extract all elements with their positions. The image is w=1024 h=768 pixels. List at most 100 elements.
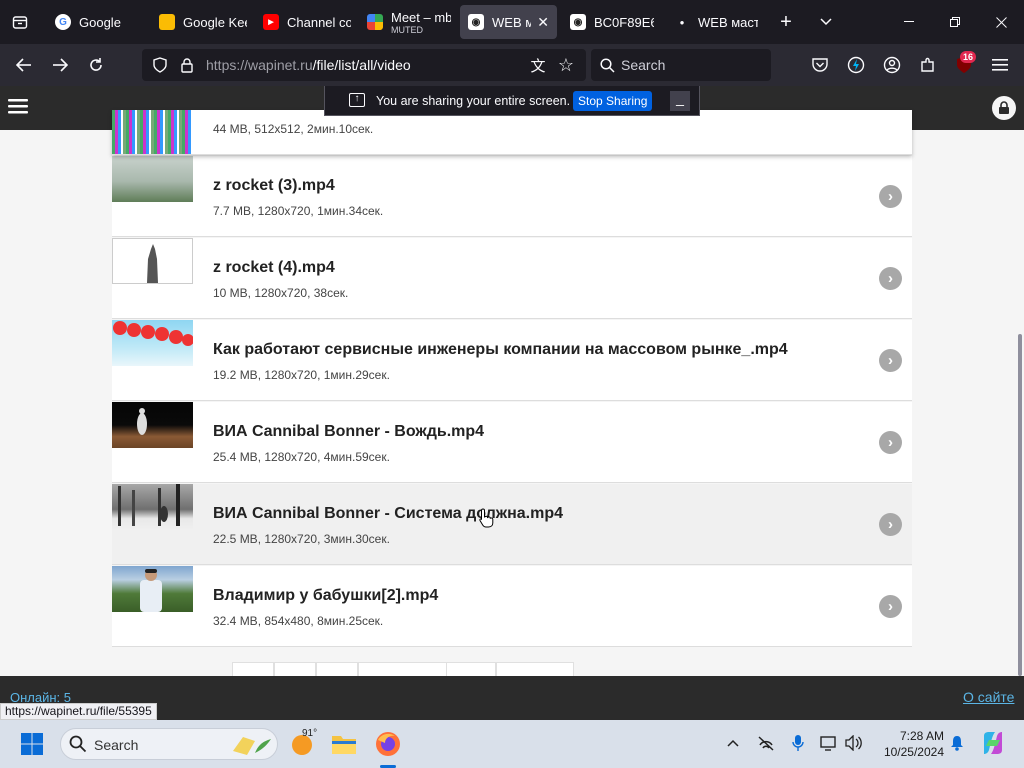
scrollbar-thumb[interactable] <box>1018 334 1022 676</box>
page-content: 44 MB, 512x512, 2мин.10сек. z rocket (3)… <box>0 86 1024 720</box>
tab-web-active[interactable]: ◉ WEB ма ✕ <box>460 5 557 39</box>
file-name[interactable]: z rocket (4).mp4 <box>213 259 335 277</box>
file-name[interactable]: Владимир у бабушки[2].mp4 <box>213 587 438 605</box>
tab-overview-icon[interactable] <box>2 4 38 40</box>
chevron-right-icon[interactable]: › <box>879 349 902 372</box>
tab-google-keep[interactable]: Google Kee <box>151 5 255 39</box>
minimize-share-bar-button[interactable]: _ <box>670 91 690 111</box>
share-screen-icon: ↑ <box>349 93 365 107</box>
firefox-icon[interactable] <box>372 728 404 760</box>
minimize-window-icon[interactable] <box>886 0 932 44</box>
clock-date: 10/25/2024 <box>883 745 944 759</box>
reload-icon[interactable] <box>80 49 112 81</box>
account-icon[interactable] <box>880 53 904 77</box>
lock-icon[interactable] <box>175 53 199 77</box>
file-meta: 10 MB, 1280x720, 38сек. <box>213 286 349 300</box>
chevron-right-icon[interactable]: › <box>879 513 902 536</box>
file-explorer-icon[interactable] <box>328 728 360 760</box>
meet-icon <box>367 14 383 30</box>
search-placeholder: Search <box>621 57 666 73</box>
chevron-right-icon[interactable]: › <box>879 431 902 454</box>
video-thumbnail <box>112 320 193 366</box>
display-icon[interactable] <box>818 732 840 754</box>
extensions-icon[interactable] <box>916 53 940 77</box>
chevron-right-icon[interactable]: › <box>879 595 902 618</box>
screen-sharing-bar: ↑ You are sharing your entire screen. St… <box>324 86 700 116</box>
search-highlight-icon <box>229 733 273 762</box>
eye-icon: ◉ <box>570 14 586 30</box>
copilot-icon[interactable] <box>980 730 1006 756</box>
site-lock-icon[interactable] <box>992 96 1016 120</box>
search-icon <box>595 53 619 77</box>
tab-bar: G Google Google Kee ▶ Channel co Meet – … <box>0 0 1024 44</box>
site-menu-icon[interactable] <box>8 96 32 120</box>
dot-icon: ● <box>679 17 685 27</box>
link-status-url: https://wapinet.ru/file/55395 <box>0 703 157 720</box>
list-item[interactable]: 44 MB, 512x512, 2мин.10сек. <box>112 110 912 155</box>
list-item[interactable]: ВИА Cannibal Bonner - Вождь.mp4 25.4 MB,… <box>112 402 912 483</box>
video-thumbnail <box>112 156 193 202</box>
google-icon: G <box>55 14 71 30</box>
video-thumbnail <box>112 566 193 612</box>
search-bar[interactable]: Search <box>591 49 771 81</box>
file-name[interactable]: ВИА Cannibal Bonner - Вождь.mp4 <box>213 423 484 441</box>
restore-window-icon[interactable] <box>932 0 978 44</box>
list-item[interactable]: Владимир у бабушки[2].mp4 32.4 MB, 854x4… <box>112 566 912 647</box>
bookmark-star-icon[interactable]: ☆ <box>554 53 578 77</box>
close-window-icon[interactable] <box>978 0 1024 44</box>
shield-icon[interactable] <box>148 53 172 77</box>
show-hidden-icons-chevron-icon[interactable] <box>722 732 744 754</box>
file-meta: 22.5 MB, 1280x720, 3мин.30сек. <box>213 532 390 546</box>
tab-web-master[interactable]: ● WEB масте <box>666 5 766 39</box>
list-item[interactable]: ВИА Cannibal Bonner - Система должна.mp4… <box>112 484 912 565</box>
about-link[interactable]: О сайте <box>963 689 1014 705</box>
stop-sharing-button[interactable]: Stop Sharing <box>573 91 653 111</box>
start-menu-icon[interactable] <box>16 728 48 760</box>
eye-icon: ◉ <box>468 14 484 30</box>
file-meta: 32.4 MB, 854x480, 8мин.25сек. <box>213 614 384 628</box>
video-thumbnail <box>112 402 193 448</box>
address-bar[interactable]: https://wapinet.ru/file/list/all/video 文… <box>142 49 586 81</box>
new-tab-button[interactable]: + <box>768 4 804 40</box>
file-meta: 7.7 MB, 1280x720, 1мин.34сек. <box>213 204 384 218</box>
vpn-icon[interactable] <box>844 53 868 77</box>
file-name[interactable]: z rocket (3).mp4 <box>213 177 335 195</box>
forward-icon[interactable] <box>44 49 76 81</box>
taskbar-search-box[interactable]: Search <box>60 728 278 760</box>
hamburger-menu-icon[interactable] <box>988 53 1012 77</box>
tab-google[interactable]: G Google <box>47 5 151 39</box>
list-item[interactable]: z rocket (3).mp4 7.7 MB, 1280x720, 1мин.… <box>112 156 912 237</box>
tab-meet[interactable]: Meet – mb MUTED <box>359 5 459 39</box>
microphone-icon[interactable] <box>787 732 809 754</box>
pocket-icon[interactable] <box>808 53 832 77</box>
file-name[interactable]: Как работают сервисные инженеры компании… <box>213 341 788 359</box>
tab-bc0f89e6[interactable]: ◉ BC0F89E6- <box>562 5 662 39</box>
search-icon <box>69 735 87 758</box>
list-item[interactable]: Как работают сервисные инженеры компании… <box>112 320 912 401</box>
video-thumbnail <box>112 238 193 284</box>
url-text[interactable]: https://wapinet.ru/file/list/all/video <box>206 57 411 73</box>
tab-channel[interactable]: ▶ Channel co <box>255 5 359 39</box>
extension-count-badge: 16 <box>960 51 977 63</box>
taskbar-search-placeholder: Search <box>94 737 139 753</box>
file-meta: 44 MB, 512x512, 2мин.10сек. <box>213 122 374 136</box>
video-thumbnail <box>112 484 193 530</box>
translate-icon[interactable]: 文 <box>526 53 550 77</box>
file-name[interactable]: ВИА Cannibal Bonner - Система должна.mp4 <box>213 505 563 523</box>
file-meta: 25.4 MB, 1280x720, 4мин.59сек. <box>213 450 390 464</box>
youtube-icon: ▶ <box>263 14 279 30</box>
volume-icon[interactable] <box>843 732 865 754</box>
network-offline-icon[interactable] <box>755 732 777 754</box>
list-tabs-icon[interactable] <box>808 4 844 40</box>
list-item[interactable]: z rocket (4).mp4 10 MB, 1280x720, 38сек.… <box>112 238 912 319</box>
sharing-message: You are sharing your entire screen. <box>376 94 571 108</box>
close-tab-icon[interactable]: ✕ <box>537 14 549 31</box>
keep-icon <box>159 14 175 30</box>
system-clock[interactable]: 7:28 AM 10/25/2024 <box>874 728 944 760</box>
file-meta: 19.2 MB, 1280x720, 1мин.29сек. <box>213 368 390 382</box>
back-icon[interactable] <box>8 49 40 81</box>
chevron-right-icon[interactable]: › <box>879 185 902 208</box>
weather-temperature: 91° <box>302 728 318 739</box>
chevron-right-icon[interactable]: › <box>879 267 902 290</box>
notification-bell-icon[interactable] <box>946 732 968 754</box>
